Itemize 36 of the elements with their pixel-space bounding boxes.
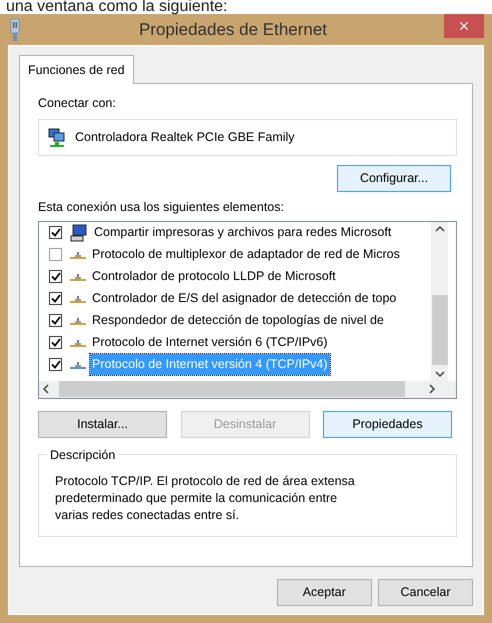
checkbox[interactable] xyxy=(49,314,62,327)
plug-icon xyxy=(8,18,22,42)
list-item[interactable]: Protocolo de multiplexor de adaptador de red de Micros xyxy=(90,244,402,265)
protocol-icon xyxy=(70,360,86,370)
checkbox[interactable] xyxy=(49,226,62,239)
adapter-name: Controladora Realtek PCIe GBE Family xyxy=(75,128,295,146)
install-button[interactable]: Instalar... xyxy=(38,410,167,438)
connect-label: Conectar con: xyxy=(38,95,117,112)
list-item[interactable]: Respondedor de detección de topologías de nivel de xyxy=(90,310,386,331)
checkbox[interactable] xyxy=(49,336,62,349)
vertical-scrollbar[interactable] xyxy=(431,222,448,380)
horizontal-scrollbar[interactable] xyxy=(39,380,456,398)
computer-icon xyxy=(70,224,88,242)
close-button[interactable]: × xyxy=(444,14,484,38)
description-text: Protocolo TCP/IP. El protocolo de red de área extensa predeterminado que permite la comunicación entre varias redes conectadas entre sí. xyxy=(55,472,355,524)
protocol-icon xyxy=(70,316,86,326)
tab[interactable]: Funciones de red xyxy=(19,55,134,84)
items-label: Esta conexión usa los siguientes elementos: xyxy=(38,198,285,216)
protocol-icon xyxy=(70,338,86,348)
window-title: Propiedades de Ethernet xyxy=(138,18,328,41)
properties-button[interactable]: Propiedades xyxy=(323,410,452,438)
checkbox[interactable] xyxy=(49,248,62,261)
network-adapter-icon xyxy=(47,127,67,148)
checkbox[interactable] xyxy=(49,270,62,283)
protocol-icon xyxy=(70,294,86,304)
configure-button[interactable]: Configurar... xyxy=(337,164,451,192)
ok-button[interactable]: Aceptar xyxy=(276,579,372,606)
list-item[interactable]: Protocolo de Internet versión 6 (TCP/IPv6) xyxy=(90,332,330,353)
list-item[interactable]: Compartir impresoras y archivos para redes Microsoft xyxy=(92,222,394,243)
checkbox[interactable] xyxy=(49,292,62,305)
protocol-icon xyxy=(70,272,86,282)
cancel-button[interactable]: Cancelar xyxy=(378,579,473,606)
list-item[interactable]: Controlador de protocolo LLDP de Microsoft xyxy=(90,266,338,287)
protocol-icon xyxy=(70,250,86,260)
checkbox[interactable] xyxy=(49,358,62,371)
list-item[interactable]: Controlador de E/S del asignador de detección de topo xyxy=(90,288,398,309)
